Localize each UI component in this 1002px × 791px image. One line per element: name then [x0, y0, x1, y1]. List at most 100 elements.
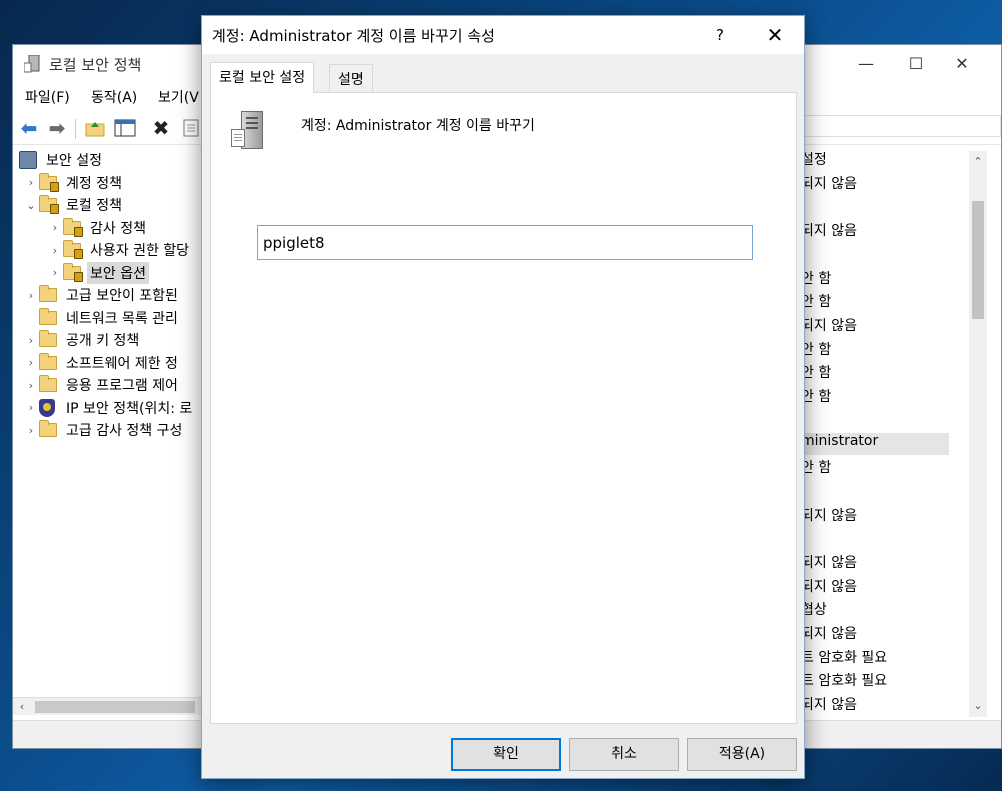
tree-item[interactable]: › 공개 키 정책: [23, 329, 142, 351]
chevron-right-icon[interactable]: ›: [47, 244, 63, 257]
policy-setting-value[interactable]: ministrator: [801, 433, 949, 456]
policy-setting-value[interactable]: 되지 않음: [801, 173, 961, 195]
up-folder-icon[interactable]: [83, 116, 107, 140]
tree-item-label: 보안 옵션: [87, 261, 149, 284]
tree-item-label: IP 보안 정책(위치: 로: [66, 400, 193, 417]
chevron-right-icon[interactable]: ›: [23, 379, 39, 392]
apply-button[interactable]: 적용(A): [687, 738, 797, 771]
chevron-right-icon[interactable]: ›: [23, 289, 39, 302]
tree-item[interactable]: 보안 설정: [19, 149, 105, 171]
tree-item-label: 공개 키 정책: [66, 333, 140, 349]
dialog-close-button[interactable]: ✕: [752, 16, 798, 54]
tree-item-label: 감사 정책: [90, 220, 146, 237]
tree-item[interactable]: › 고급 보안이 포함된: [23, 284, 181, 306]
folder-icon: [39, 375, 57, 392]
dialog-title: 계정: Administrator 계정 이름 바꾸기 속성: [212, 27, 495, 45]
tree-item[interactable]: 네트워크 목록 관리: [23, 307, 181, 329]
chevron-down-icon[interactable]: ⌄: [23, 199, 39, 212]
cancel-button[interactable]: 취소: [569, 738, 679, 771]
tab-explain[interactable]: 설명: [329, 64, 373, 92]
maximize-button[interactable]: ☐: [893, 45, 939, 83]
tree-item-label: 네트워크 목록 관리: [66, 310, 178, 327]
show-hide-tree-icon[interactable]: [113, 116, 137, 140]
account-name-input[interactable]: [257, 225, 753, 260]
tree-item[interactable]: › 응용 프로그램 제어: [23, 374, 181, 396]
tree-item[interactable]: › 사용자 권한 할당: [47, 239, 192, 261]
policy-setting-value[interactable]: 되지 않음: [801, 505, 961, 527]
policy-setting-value[interactable]: 안 함: [801, 291, 961, 313]
policy-setting-value[interactable]: [801, 481, 961, 503]
chevron-right-icon[interactable]: ›: [23, 356, 39, 369]
scroll-left-icon[interactable]: ‹: [13, 698, 31, 716]
tree-item-label: 고급 감사 정책 구성: [66, 423, 183, 439]
folder-icon: [39, 352, 57, 370]
app-icon: [23, 54, 40, 73]
chevron-right-icon[interactable]: ›: [23, 334, 39, 347]
address-field: [801, 115, 1001, 137]
policy-setting-value[interactable]: 안 함: [801, 339, 961, 361]
horizontal-scrollbar[interactable]: ‹: [13, 697, 205, 715]
chevron-right-icon[interactable]: ›: [23, 424, 39, 437]
tree-item-label: 보안 설정: [46, 153, 102, 169]
security-settings-icon: [19, 151, 37, 169]
chevron-right-icon[interactable]: ›: [47, 266, 63, 279]
vertical-scrollbar[interactable]: ⌃ ⌄: [969, 151, 987, 717]
tree-item-label: 소프트웨어 제한 정: [66, 355, 178, 372]
policy-setting-value[interactable]: 되지 않음: [801, 694, 961, 716]
menu-view[interactable]: 보기(V: [158, 87, 199, 107]
tree-item[interactable]: ⌄ 로컬 정책: [23, 194, 125, 216]
locked-folder-icon: [39, 172, 59, 192]
scroll-down-icon[interactable]: ⌄: [969, 697, 987, 715]
policy-setting-value[interactable]: 되지 않음: [801, 315, 961, 337]
locked-folder-icon: [63, 262, 83, 282]
chevron-right-icon[interactable]: ›: [47, 221, 63, 234]
tree-item[interactable]: › 계정 정책: [23, 172, 125, 194]
tree-item-label: 응용 프로그램 제어: [66, 378, 178, 394]
tree-item-label: 고급 보안이 포함된: [66, 288, 178, 304]
tree-item-label: 사용자 권한 할당: [90, 243, 190, 259]
minimize-button[interactable]: —: [843, 45, 889, 83]
locked-folder-icon: [63, 217, 83, 237]
policy-setting-value[interactable]: 안 함: [801, 457, 961, 479]
tree-item[interactable]: › 고급 감사 정책 구성: [23, 419, 185, 441]
policy-setting-value[interactable]: 되지 않음: [801, 552, 961, 574]
policy-setting-value[interactable]: 트 암호화 필요: [801, 647, 961, 669]
locked-folder-icon: [63, 240, 83, 259]
policy-setting-value[interactable]: 안 함: [801, 268, 961, 290]
menu-action[interactable]: 동작(A): [91, 87, 137, 107]
policy-setting-value[interactable]: 되지 않음: [801, 576, 961, 598]
chevron-right-icon[interactable]: ›: [23, 401, 39, 414]
chevron-right-icon[interactable]: ›: [23, 176, 39, 189]
close-button[interactable]: ✕: [939, 45, 985, 83]
back-arrow-icon[interactable]: ⬅: [17, 116, 41, 140]
window-title: 로컬 보안 정책: [49, 56, 142, 74]
folder-icon: [39, 307, 57, 325]
menu-file[interactable]: 파일(F): [25, 87, 70, 107]
policy-setting-value[interactable]: 되지 않음: [801, 623, 961, 645]
tab-panel: 계정: Administrator 계정 이름 바꾸기: [210, 92, 797, 724]
properties-icon[interactable]: [179, 116, 203, 140]
tab-local-security-setting[interactable]: 로컬 보안 설정: [210, 62, 315, 93]
policy-setting-value[interactable]: 트 암호화 필요: [801, 670, 961, 692]
scroll-thumb[interactable]: [972, 201, 984, 319]
policy-setting-value[interactable]: 협상: [801, 599, 961, 621]
folder-icon: [39, 330, 57, 347]
forward-arrow-icon[interactable]: ➡: [45, 116, 69, 140]
policy-setting-value[interactable]: 안 함: [801, 362, 961, 384]
tree-item[interactable]: › 보안 옵션: [47, 261, 149, 284]
policy-setting-value[interactable]: 되지 않음: [801, 220, 961, 242]
help-button[interactable]: ?: [706, 22, 734, 48]
policy-setting-value[interactable]: 설정: [801, 149, 961, 171]
server-icon: [231, 111, 269, 151]
policy-setting-value[interactable]: 안 함: [801, 386, 961, 408]
tree-item[interactable]: › 감사 정책: [47, 217, 149, 239]
dialog-title-bar[interactable]: 계정: Administrator 계정 이름 바꾸기 속성 ? ✕: [202, 16, 804, 54]
tree-item[interactable]: › 소프트웨어 제한 정: [23, 352, 181, 374]
properties-dialog: 계정: Administrator 계정 이름 바꾸기 속성 ? ✕ 로컬 보안…: [201, 15, 805, 779]
toolbar-separator: [75, 119, 76, 139]
scroll-thumb[interactable]: [35, 701, 195, 713]
scroll-up-icon[interactable]: ⌃: [969, 153, 987, 171]
tree-item[interactable]: › IP 보안 정책(위치: 로: [23, 397, 195, 419]
delete-icon[interactable]: ✖: [149, 116, 173, 140]
ok-button[interactable]: 확인: [451, 738, 561, 771]
